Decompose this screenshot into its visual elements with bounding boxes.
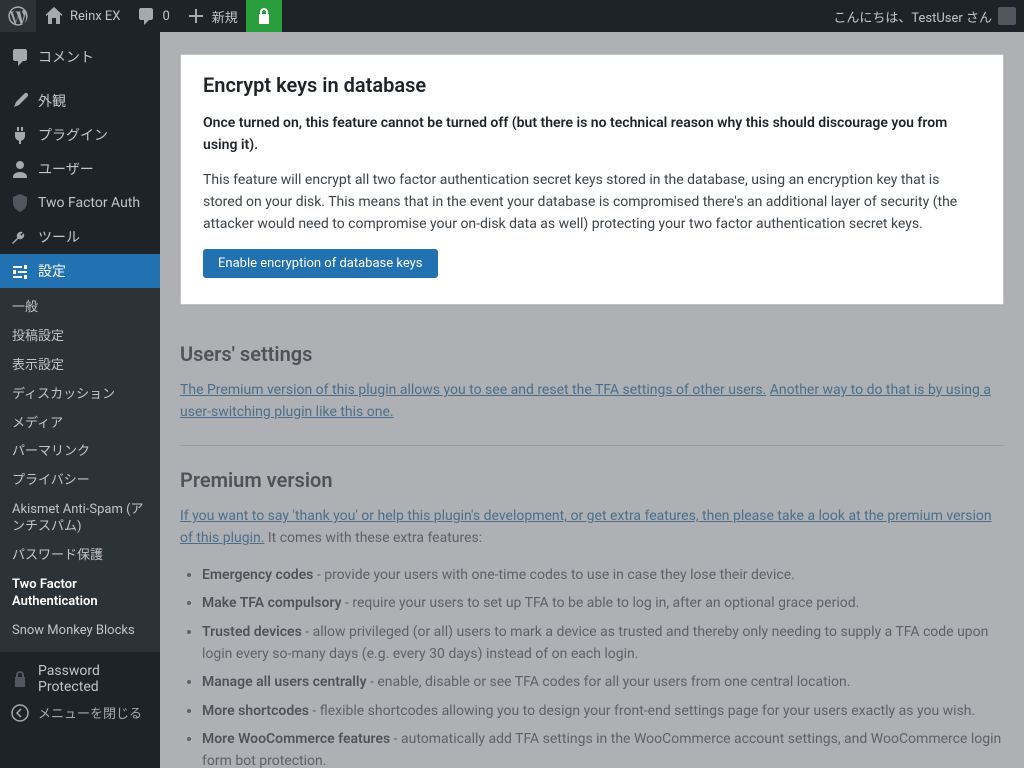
modal-warning: Once turned on, this feature cannot be t… — [203, 113, 981, 156]
submenu-item[interactable]: プライバシー — [0, 467, 160, 496]
page-icon — [10, 32, 30, 33]
submenu-item[interactable]: 投稿設定 — [0, 323, 160, 352]
shield-icon — [10, 193, 30, 213]
sidebar-item-sliders[interactable]: 設定 — [0, 254, 160, 288]
submenu-item[interactable]: 表示設定 — [0, 352, 160, 381]
submenu-item[interactable]: ディスカッション — [0, 381, 160, 410]
submenu-item[interactable]: 一般 — [0, 294, 160, 323]
admin-bar: Reinx EX 0 新規 こんにちは、TestUser さん — [0, 0, 1024, 32]
lock-icon — [254, 6, 274, 26]
greeting-text: こんにちは、TestUser さん — [833, 7, 992, 26]
collapse-icon — [10, 703, 30, 723]
new-content-label: 新規 — [212, 7, 238, 26]
admin-sidebar: 固定ページ コメント外観プラグインユーザー Two Factor Auth ツール設… — [0, 32, 160, 768]
brush-icon — [10, 91, 30, 111]
submenu-item[interactable]: Akismet Anti-Spam (アンチスパム) — [0, 496, 160, 542]
content-area: Users' settings The Premium version of t… — [160, 32, 1024, 768]
new-content[interactable]: 新規 — [178, 0, 246, 32]
submenu-item[interactable]: パーマリンク — [0, 438, 160, 467]
sidebar-item-user[interactable]: ユーザー — [0, 152, 160, 186]
account-greeting[interactable]: こんにちは、TestUser さん — [825, 0, 1024, 32]
sidebar-item-label: 設定 — [38, 261, 66, 281]
sidebar-item-plug[interactable]: プラグイン — [0, 118, 160, 152]
comment-icon — [136, 6, 156, 26]
site-name-label: Reinx EX — [70, 9, 120, 24]
plug-icon — [10, 125, 30, 145]
comments-count-label: 0 — [162, 9, 169, 24]
sidebar-item-label: 外観 — [38, 91, 66, 111]
wrench-icon — [10, 227, 30, 247]
submenu-item[interactable]: Snow Monkey Blocks — [0, 617, 160, 646]
comments-count[interactable]: 0 — [128, 0, 177, 32]
plus-icon — [186, 6, 206, 26]
sidebar-item-password-protected[interactable]: Password Protected — [0, 662, 160, 696]
sidebar-item-brush[interactable]: 外観 — [0, 84, 160, 118]
comment-icon — [10, 47, 30, 67]
lock-icon — [10, 669, 30, 689]
submenu-item[interactable]: パスワード保護 — [0, 542, 160, 571]
settings-submenu: 一般投稿設定表示設定ディスカッションメディアパーマリンクプライバシーAkisme… — [0, 288, 160, 652]
sidebar-item-truncated[interactable]: 固定ページ — [0, 32, 160, 40]
sidebar-item-label: プラグイン — [38, 125, 108, 145]
sidebar-item-comment[interactable]: コメント — [0, 40, 160, 74]
wordpress-icon — [8, 6, 28, 26]
sidebar-item-label: コメント — [38, 47, 94, 67]
sidebar-item-label: Password Protected — [38, 663, 150, 695]
collapse-label: メニューを閉じる — [38, 703, 142, 722]
user-icon — [10, 159, 30, 179]
avatar — [998, 7, 1016, 25]
encrypt-keys-modal: Encrypt keys in database Once turned on,… — [180, 54, 1004, 305]
wp-logo[interactable] — [0, 0, 36, 32]
enable-encryption-button[interactable]: Enable encryption of database keys — [203, 249, 438, 278]
sidebar-item-label: 固定ページ — [38, 32, 108, 33]
sidebar-item-wrench[interactable]: ツール — [0, 220, 160, 254]
modal-title: Encrypt keys in database — [203, 73, 981, 97]
home-icon — [44, 6, 64, 26]
sidebar-item-shield[interactable]: Two Factor Auth — [0, 186, 160, 220]
sidebar-item-label: ユーザー — [38, 159, 94, 179]
submenu-item[interactable]: Two Factor Authentication — [0, 571, 160, 617]
modal-description: This feature will encrypt all two factor… — [203, 170, 981, 235]
sidebar-item-label: Two Factor Auth — [38, 195, 140, 211]
sidebar-item-label: ツール — [38, 227, 80, 247]
secure-indicator[interactable] — [246, 0, 282, 32]
sliders-icon — [10, 261, 30, 281]
submenu-item[interactable]: メディア — [0, 410, 160, 439]
site-name[interactable]: Reinx EX — [36, 0, 128, 32]
collapse-menu[interactable]: メニューを閉じる — [0, 696, 160, 730]
